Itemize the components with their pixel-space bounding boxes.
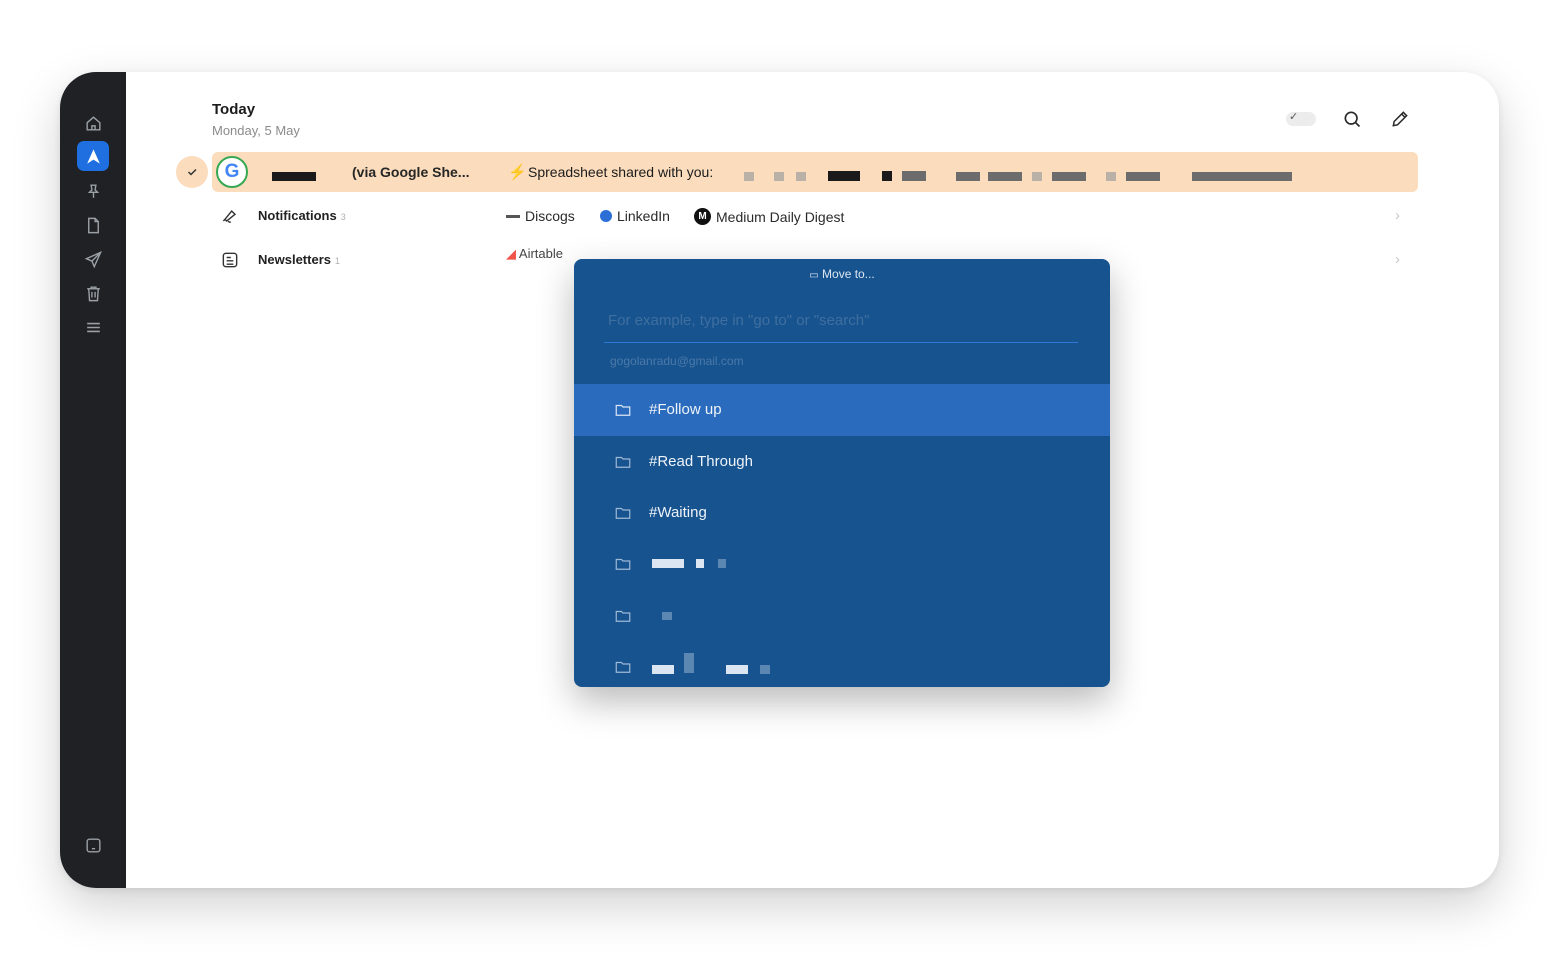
sidebar [60, 72, 126, 888]
move-to-dialog: ▭ Move to... gogolanradu@gmail.com #Foll… [574, 259, 1110, 687]
source-airtable: ◢ Airtable [506, 246, 563, 261]
sidebar-item-inbox[interactable] [77, 141, 109, 171]
folder-small-icon: ▭ [809, 270, 819, 281]
folder-item-read-through[interactable]: #Read Through [574, 436, 1110, 488]
source-medium: M Medium Daily Digest [694, 208, 844, 225]
trash-icon [86, 285, 100, 301]
folder-item-redacted-3[interactable] [574, 641, 1110, 687]
folder-icon [614, 658, 632, 676]
newsletter-icon [220, 250, 240, 270]
folder-search-input[interactable] [604, 299, 1078, 343]
sidebar-item-sent[interactable] [77, 244, 109, 274]
category-label: Newsletters [258, 252, 331, 267]
bell-icon [220, 206, 240, 226]
chevron-right-icon: › [1395, 207, 1400, 224]
compose-button[interactable] [1387, 106, 1413, 132]
bolt-icon: ⚡ [508, 164, 527, 181]
check-icon [187, 168, 197, 176]
folder-label: #Follow up [649, 401, 722, 418]
account-email: gogolanradu@gmail.com [610, 354, 744, 368]
folder-label: #Read Through [649, 453, 753, 470]
sidebar-item-drafts[interactable] [77, 210, 109, 240]
dialog-title: Move to... [822, 267, 875, 281]
page-subtitle: Monday, 5 May [212, 123, 300, 138]
linkedin-icon [600, 210, 612, 222]
folder-icon [614, 504, 632, 522]
search-button[interactable] [1339, 106, 1365, 132]
folder-icon [614, 453, 632, 471]
sidebar-item-home[interactable] [77, 108, 109, 138]
sidebar-item-shortcuts[interactable] [77, 830, 109, 860]
row-select-checkbox[interactable] [176, 156, 208, 188]
chevron-right-icon: › [1395, 251, 1400, 268]
folder-icon [614, 555, 632, 573]
folder-label: #Waiting [649, 504, 707, 521]
sidebar-item-trash[interactable] [77, 278, 109, 308]
folder-item-waiting[interactable]: #Waiting [574, 487, 1110, 539]
folder-icon [614, 607, 632, 625]
category-row-notifications[interactable]: Notifications 3 Discogs LinkedIn M Medium … [212, 198, 1418, 234]
category-count: 3 [340, 212, 346, 222]
toggle-icon: ✓ [1286, 111, 1316, 126]
email-sender: (via Google She... [352, 164, 470, 180]
sidebar-item-more[interactable] [77, 312, 109, 342]
mark-done-toggle[interactable]: ✓ [1284, 108, 1318, 130]
compose-icon [1392, 111, 1408, 127]
home-icon [85, 115, 101, 131]
redacted-label [652, 665, 674, 674]
send-icon [84, 250, 102, 268]
redacted-label [652, 559, 684, 568]
folder-item-redacted-2[interactable] [574, 590, 1110, 642]
app-window: Today Monday, 5 May ✓ G (via Google She.… [60, 72, 1499, 888]
category-label: Notifications [258, 208, 337, 223]
folder-item-follow-up[interactable]: #Follow up [574, 384, 1110, 436]
sender-avatar: G [216, 156, 248, 188]
main-panel: Today Monday, 5 May ✓ G (via Google She.… [126, 72, 1499, 888]
redacted-label [662, 612, 672, 620]
category-count: 1 [334, 256, 340, 266]
email-row[interactable]: G (via Google She... ⚡ Spreadsheet share… [212, 152, 1418, 192]
discogs-icon [506, 214, 520, 218]
folder-item-redacted-1[interactable] [574, 538, 1110, 590]
app-logo-icon [86, 148, 100, 164]
sidebar-item-pinned[interactable] [77, 176, 109, 206]
folder-icon [614, 401, 632, 419]
airtable-icon: ◢ [506, 246, 516, 261]
page-title: Today [212, 101, 256, 118]
google-icon: G [224, 161, 240, 182]
source-discogs: Discogs [506, 208, 575, 224]
pin-icon [87, 183, 99, 198]
source-linkedin: LinkedIn [600, 208, 670, 224]
redacted-sender [272, 172, 316, 181]
medium-icon: M [694, 208, 711, 225]
keyboard-icon [85, 837, 101, 853]
menu-icon [86, 322, 100, 332]
search-icon [1344, 111, 1361, 128]
document-icon [87, 217, 99, 233]
email-subject: Spreadsheet shared with you: [528, 164, 714, 180]
